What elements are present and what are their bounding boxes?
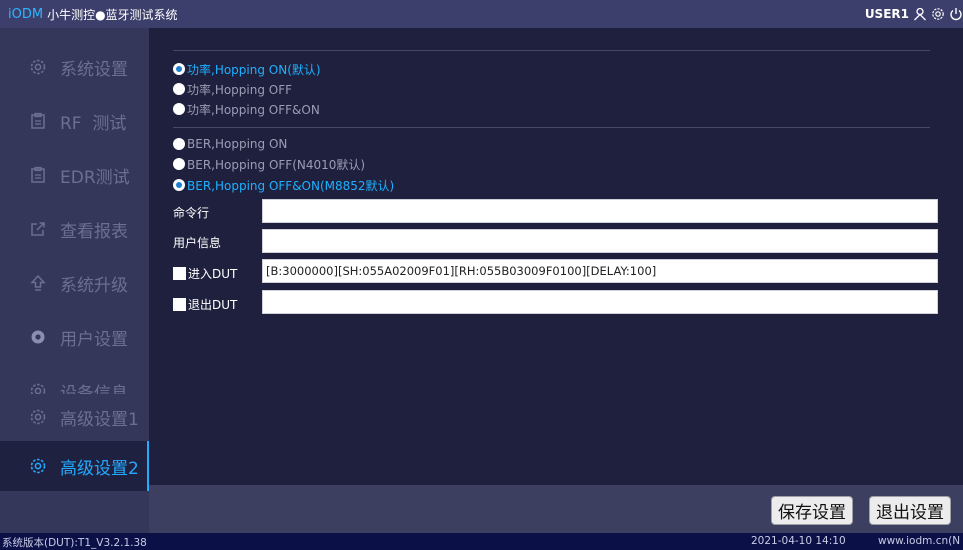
sidebar-item-view-report[interactable]: 查看报表 [0,206,149,252]
radio-power-hopping-on[interactable]: 功率,Hopping ON(默认) [173,61,321,77]
enter-dut-label: 进入DUT [188,267,238,281]
exit-dut-checkbox[interactable] [173,298,186,311]
clipboard-icon [28,111,48,131]
user-info-label: 用户信息 [173,236,222,250]
exit-dut-input[interactable] [262,290,938,314]
enter-dut-checkbox-row[interactable]: 进入DUT [173,265,237,282]
divider [173,50,930,51]
title-bar: iODM 小牛测控●蓝牙测试系统 USER1 [0,0,963,28]
radio-label: 功率,Hopping ON(默认) [187,62,321,77]
sidebar-item-label: EDR测试 [60,167,130,188]
radio-label: BER,Hopping ON [187,137,288,151]
power-icon[interactable] [949,7,963,21]
radio-indicator [173,63,185,75]
clipboard-icon [28,165,48,185]
settings-panel: 功率,Hopping ON(默认) 功率,Hopping OFF 功率,Hopp… [149,28,963,485]
radio-ber-hopping-on[interactable]: BER,Hopping ON [173,136,287,152]
save-settings-button[interactable]: 保存设置 [771,496,853,525]
sidebar-item-label: RF 测试 [60,113,127,134]
website-link[interactable]: www.iodm.cn(N [878,535,960,547]
exit-dut-checkbox-row[interactable]: 退出DUT [173,296,237,313]
radio-power-hopping-off-on[interactable]: 功率,Hopping OFF&ON [173,101,320,117]
radio-label: 功率,Hopping OFF&ON [187,102,320,117]
exit-dut-label: 退出DUT [188,298,238,312]
datetime-text: 2021-04-10 14:10 [751,535,846,547]
sidebar-item-rf-test[interactable]: RF 测试 [0,98,149,144]
sidebar-item-user-settings[interactable]: 用户设置 [0,314,149,360]
export-icon [28,219,48,239]
version-text: 系统版本(DUT):T1_V3.2.1.38 [2,537,147,549]
sidebar-item-label: 高级设置2 [60,458,139,479]
sidebar-item-edr-test[interactable]: EDR测试 [0,152,149,198]
status-bar: 系统版本(DUT):T1_V3.2.1.38 2021-04-10 14:10 … [0,533,963,550]
gear-filled-icon [28,327,48,347]
enter-dut-checkbox[interactable] [173,267,186,280]
radio-indicator [173,179,185,191]
radio-power-hopping-off[interactable]: 功率,Hopping OFF [173,81,292,97]
sidebar-item-label: 系统设置 [60,59,128,80]
title-actions: USER1 [865,0,963,28]
radio-indicator [173,83,185,95]
sidebar-item-system-settings[interactable]: 系统设置 [0,44,149,90]
exit-settings-button[interactable]: 退出设置 [869,496,951,525]
gear-icon [28,57,48,77]
radio-indicator [173,158,185,170]
sidebar-item-advanced-settings-1-row[interactable]: 高级设置1 [0,394,149,440]
radio-ber-hopping-off[interactable]: BER,Hopping OFF(N4010默认) [173,156,365,172]
user-info-input[interactable] [262,229,938,253]
radio-ber-hopping-off-on[interactable]: BER,Hopping OFF&ON(M8852默认) [173,177,394,193]
action-bar: 保存设置 退出设置 [149,485,963,533]
divider [173,127,930,128]
sidebar-item-label: 用户设置 [60,329,128,350]
radio-label: 功率,Hopping OFF [187,82,293,97]
sidebar-item-advanced-settings-2[interactable]: 高级设置2 [0,441,149,491]
brand-logo-text: iODM [8,6,44,22]
radio-indicator [173,138,185,150]
sidebar-item-label: 查看报表 [60,221,128,242]
upload-arrow-icon [28,273,48,293]
window-title: 小牛测控●蓝牙测试系统 [47,7,178,22]
current-user: USER1 [864,7,909,21]
radio-indicator [173,103,185,115]
radio-label: BER,Hopping OFF&ON(M8852默认) [187,178,395,193]
gear-icon[interactable] [931,7,945,21]
sidebar-item-label: 高级设置1 [60,409,139,430]
user-icon[interactable] [913,7,927,21]
command-line-input[interactable] [262,199,938,223]
sidebar-item-system-upgrade[interactable]: 系统升级 [0,260,149,306]
gear-icon [28,407,48,427]
radio-label: BER,Hopping OFF(N4010默认) [187,157,366,172]
gear-icon [28,456,48,476]
enter-dut-input[interactable] [262,259,938,283]
sidebar-footer [0,491,149,533]
command-line-label: 命令行 [173,206,210,220]
sidebar-item-label: 系统升级 [60,275,128,296]
